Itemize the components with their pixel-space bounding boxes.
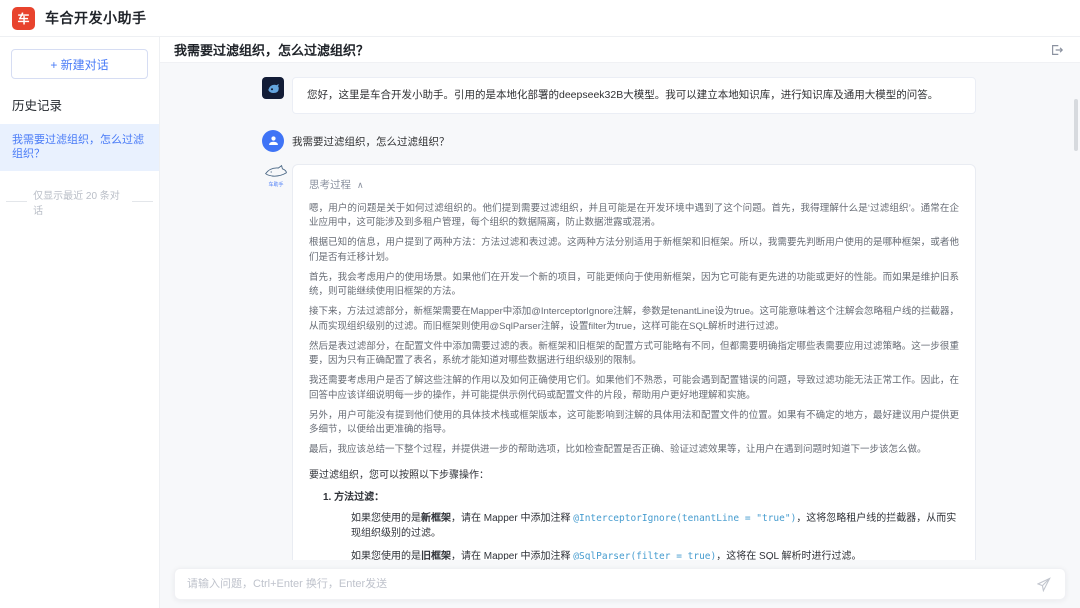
app-title: 车合开发小助手: [45, 8, 147, 28]
answer-body: 要过滤组织，您可以按照以下步骤操作： 1. 方法过滤： 如果您使用的是新框架，请…: [309, 468, 959, 560]
sidebar-history-item-active[interactable]: 我需要过滤组织，怎么过滤组织？: [0, 124, 159, 171]
user-message-text: 我需要过滤组织，怎么过滤组织？: [292, 130, 450, 149]
thinking-paragraph: 我还需要考虑用户是否了解这些注解的作用以及如何正确使用它们。如果他们不熟悉，可能…: [309, 374, 959, 403]
collapse-icon: ∧: [357, 180, 364, 190]
assistant-greeting-row: 您好，这里是车合开发小助手。引用的是本地化部署的deepseek32B大模型。我…: [262, 77, 976, 114]
export-icon[interactable]: [1050, 42, 1066, 58]
sidebar: + 新建对话 历史记录 我需要过滤组织，怎么过滤组织？ 仅显示最近 20 条对话: [0, 37, 160, 608]
chat-title: 我需要过滤组织，怎么过滤组织？: [174, 40, 1050, 59]
thinking-paragraph: 最后，我应该总结一下整个过程，并提供进一步的帮助选项，比如检查配置是否正确、验证…: [309, 443, 959, 457]
assistant-answer-card: 思考过程∧ 嗯，用户的问题是关于如何过滤组织的。他们提到需要过滤组织，并且可能是…: [292, 164, 976, 560]
app-header: 车 车合开发小助手: [0, 0, 1080, 37]
step1-title: 1. 方法过滤：: [323, 490, 959, 506]
app-logo-icon: 车: [12, 7, 35, 30]
whale-avatar: 车助手: [262, 164, 290, 188]
inline-code: @InterceptorIgnore(tenantLine = "true"): [573, 513, 796, 524]
thinking-paragraph: 嗯，用户的问题是关于如何过滤组织的。他们提到需要过滤组织，并且可能是在开发环境中…: [309, 202, 959, 231]
thinking-paragraph: 另外，用户可能没有提到他们使用的具体技术栈或框架版本，这可能影响到注解的具体用法…: [309, 409, 959, 438]
assistant-greeting-bubble: 您好，这里是车合开发小助手。引用的是本地化部署的deepseek32B大模型。我…: [292, 77, 976, 114]
message-input[interactable]: [187, 578, 1035, 590]
thinking-paragraph: 根据已知的信息，用户提到了两种方法：方法过滤和表过滤。这两种方法分别适用于新框架…: [309, 236, 959, 265]
whale-avatar-caption: 车助手: [268, 181, 283, 188]
history-limit-note: 仅显示最近 20 条对话: [0, 187, 159, 217]
divider: [132, 201, 153, 202]
scrollbar[interactable]: [1074, 99, 1078, 151]
history-limit-text: 仅显示最近 20 条对话: [33, 187, 126, 217]
answer-step-1: 1. 方法过滤： 如果您使用的是新框架，请在 Mapper 中添加注释 @Int…: [323, 490, 959, 560]
history-section-label: 历史记录: [0, 79, 159, 124]
thinking-paragraph: 接下来，方法过滤部分，新框架需要在Mapper中添加@InterceptorIg…: [309, 305, 959, 334]
thinking-paragraph: 然后是表过滤部分，在配置文件中添加需要过滤的表。新框架和旧框架的配置方式可能略有…: [309, 340, 959, 369]
thinking-paragraph: 首先，我会考虑用户的使用场景。如果他们在开发一个新的项目，可能更倾向于使用新框架…: [309, 271, 959, 300]
chat-scroll-area[interactable]: 您好，这里是车合开发小助手。引用的是本地化部署的deepseek32B大模型。我…: [160, 63, 1080, 560]
step1-line2: 如果您使用的是旧框架，请在 Mapper 中添加注释 @SqlParser(fi…: [351, 549, 959, 560]
answer-intro: 要过滤组织，您可以按照以下步骤操作：: [309, 468, 959, 484]
divider: [6, 201, 27, 202]
composer-box: [174, 568, 1066, 600]
chat-titlebar: 我需要过滤组织，怎么过滤组织？: [160, 37, 1080, 63]
assistant-avatar: [262, 77, 284, 99]
thinking-toggle[interactable]: 思考过程∧: [309, 177, 959, 192]
send-icon[interactable]: [1035, 575, 1053, 593]
inline-code: @SqlParser(filter = true): [573, 551, 716, 560]
app-window: 车 车合开发小助手 + 新建对话 历史记录 我需要过滤组织，怎么过滤组织？ 仅显…: [0, 0, 1080, 608]
composer-area: [160, 560, 1080, 608]
assistant-answer-row: 车助手 思考过程∧ 嗯，用户的问题是关于如何过滤组织的。他们提到需要过滤组织，并…: [262, 164, 976, 560]
step1-line1: 如果您使用的是新框架，请在 Mapper 中添加注释 @InterceptorI…: [351, 511, 959, 542]
new-chat-button[interactable]: + 新建对话: [11, 49, 148, 79]
user-message-row: 我需要过滤组织，怎么过滤组织？: [262, 130, 976, 152]
chat-main: 我需要过滤组织，怎么过滤组织？: [160, 37, 1080, 608]
user-avatar: [262, 130, 284, 152]
